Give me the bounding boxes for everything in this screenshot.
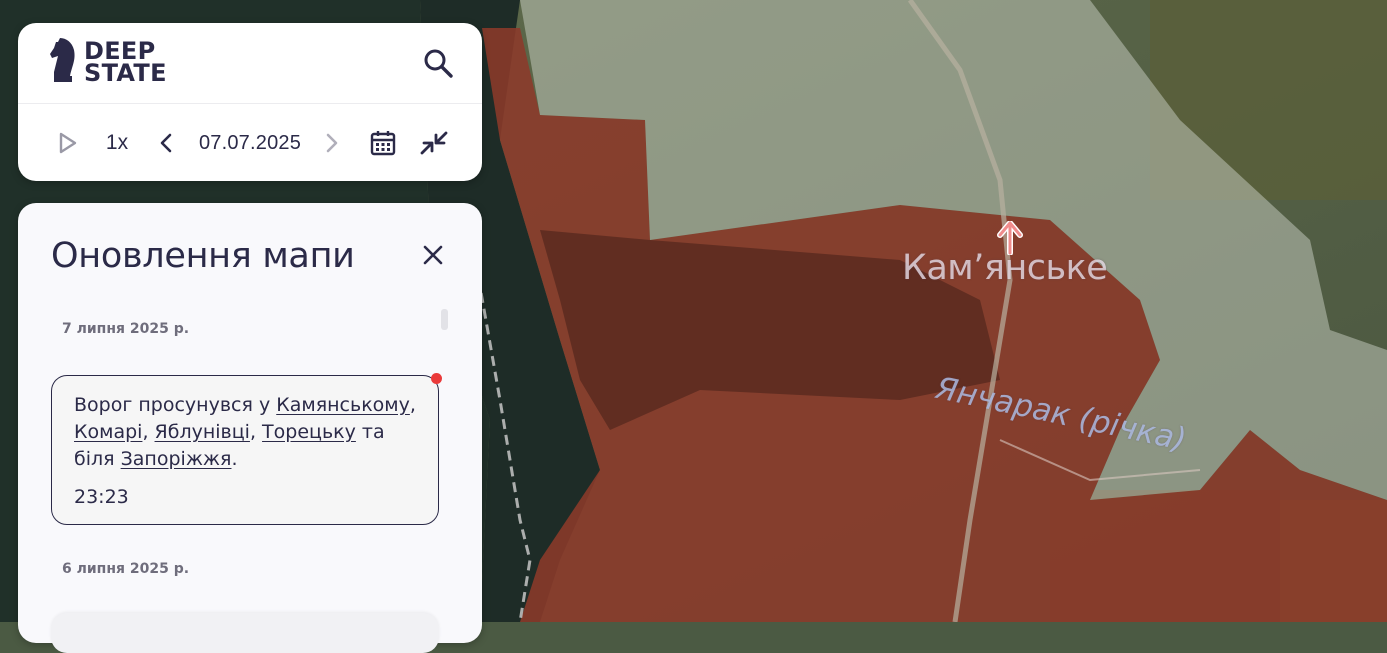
- speed-button[interactable]: 1x: [102, 128, 132, 158]
- knight-chess-icon: [50, 36, 76, 89]
- update-text-fragment: ,: [249, 421, 263, 443]
- date-heading: 6 липня 2025 р.: [62, 561, 190, 577]
- arrow-up-icon[interactable]: [996, 221, 1024, 255]
- update-text-fragment: .: [231, 448, 238, 470]
- map-updates-panel: Оновлення мапи 7 липня 2025 р. Ворог про…: [18, 203, 482, 653]
- play-icon: [59, 132, 77, 154]
- update-text: Ворог просунувся у Камянському, Комарі, …: [74, 392, 424, 473]
- current-date[interactable]: 07.07.2025: [196, 128, 304, 158]
- link-komar[interactable]: Комарі: [74, 421, 142, 443]
- link-zaporizhzhia[interactable]: Запоріжжя: [121, 448, 232, 470]
- scrollbar-thumb[interactable]: [441, 309, 448, 330]
- previous-date-button[interactable]: [154, 128, 178, 158]
- calendar-icon: [370, 131, 396, 156]
- update-card[interactable]: [51, 613, 439, 653]
- search-icon: [424, 49, 453, 78]
- search-button[interactable]: [422, 47, 454, 79]
- update-card[interactable]: Ворог просунувся у Камянському, Комарі, …: [51, 373, 442, 525]
- close-icon: [423, 245, 443, 265]
- link-kamianske[interactable]: Камянському: [276, 394, 410, 416]
- update-time: 23:23: [74, 486, 129, 508]
- play-button[interactable]: [56, 128, 80, 158]
- panel-title: Оновлення мапи: [51, 236, 355, 276]
- collapse-button[interactable]: [418, 128, 450, 158]
- calendar-button[interactable]: [369, 128, 397, 158]
- brand-text: DEEP STATE: [84, 39, 167, 87]
- chevron-right-icon: [326, 133, 338, 153]
- collapse-arrows-icon: [420, 131, 448, 155]
- update-text-fragment: Ворог просунувся у: [74, 394, 277, 416]
- update-text-fragment: ,: [409, 394, 416, 416]
- unread-indicator: [431, 373, 442, 384]
- chevron-left-icon: [160, 133, 172, 153]
- header-panel: DEEP STATE 1x 07.07.2025: [18, 23, 482, 181]
- update-text-fragment: ,: [142, 421, 155, 443]
- link-yablunivka[interactable]: Яблунівці: [155, 421, 250, 443]
- date-heading: 7 липня 2025 р.: [62, 321, 190, 337]
- close-button[interactable]: [421, 243, 445, 267]
- brand-logo[interactable]: DEEP STATE: [50, 37, 167, 87]
- brand-line-2: STATE: [84, 59, 167, 87]
- next-date-button[interactable]: [320, 128, 344, 158]
- timeline-controls: 1x 07.07.2025: [18, 104, 482, 181]
- link-toretsk[interactable]: Торецьку: [262, 421, 356, 443]
